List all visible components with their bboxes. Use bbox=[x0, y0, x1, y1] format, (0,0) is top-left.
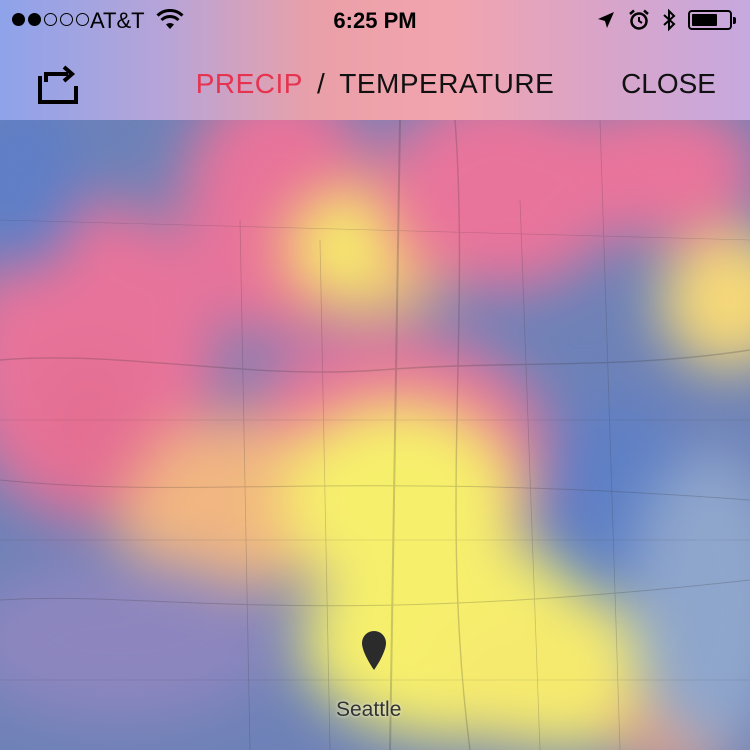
tab-precip[interactable]: PRECIP bbox=[196, 68, 303, 99]
close-button[interactable]: CLOSE bbox=[621, 68, 716, 100]
status-bar: AT&T 6:25 PM bbox=[0, 0, 750, 40]
app-header: AT&T 6:25 PM PRECIP / TEMPERATURE CLOSE bbox=[0, 0, 750, 120]
bluetooth-icon bbox=[663, 8, 676, 32]
location-pin-icon[interactable] bbox=[360, 629, 388, 671]
alarm-icon bbox=[629, 9, 649, 30]
location-arrow-icon bbox=[598, 12, 614, 28]
tab-separator: / bbox=[316, 68, 326, 99]
tab-temperature[interactable]: TEMPERATURE bbox=[339, 68, 554, 99]
battery-level bbox=[692, 14, 717, 26]
battery-icon bbox=[688, 10, 736, 30]
status-icons bbox=[596, 8, 736, 32]
pin-label: Seattle bbox=[336, 698, 402, 721]
